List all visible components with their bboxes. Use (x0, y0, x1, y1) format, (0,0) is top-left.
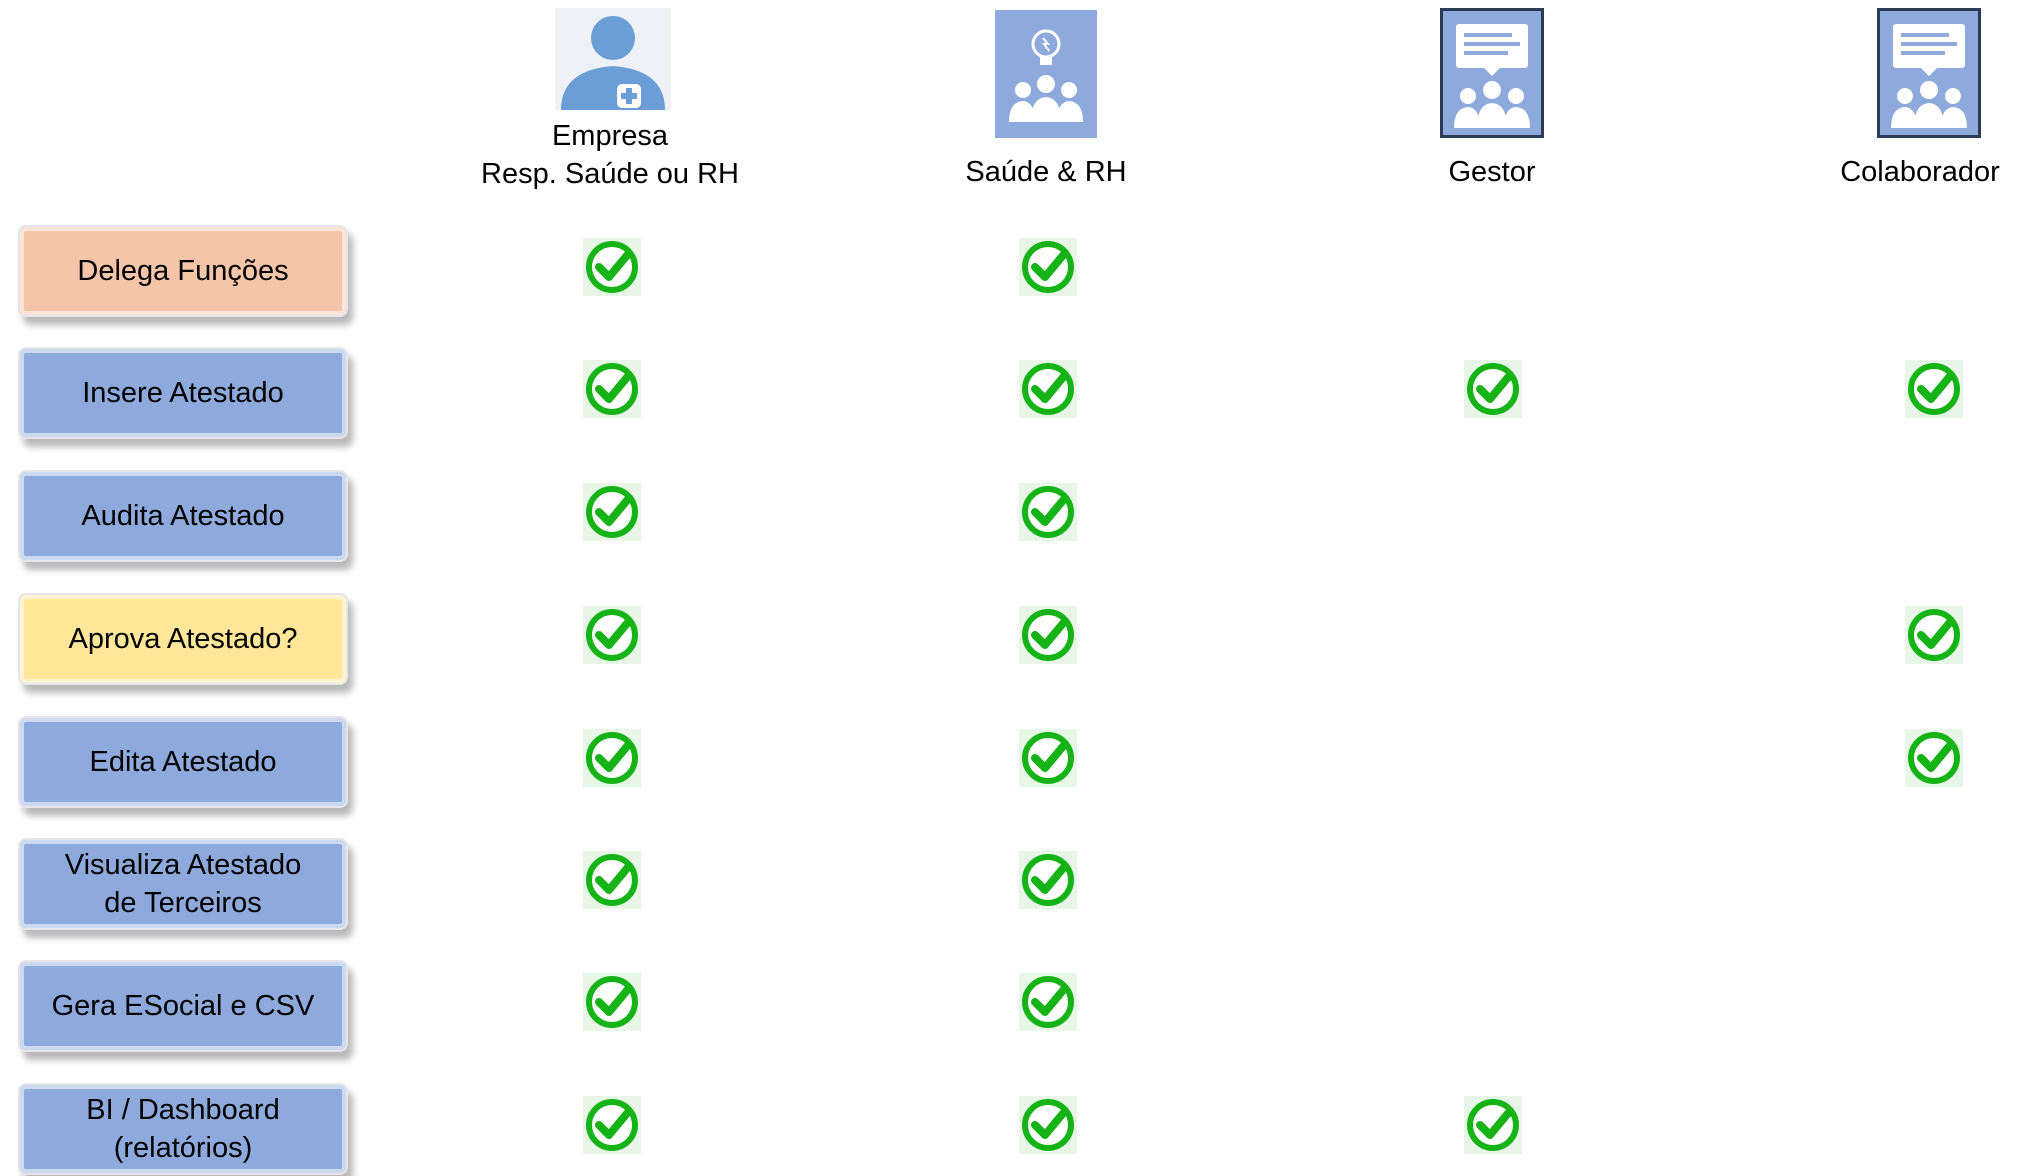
function-label: Visualiza Atestado de Terceiros (65, 846, 301, 922)
check-icon (583, 238, 641, 296)
function-label: Delega Funções (77, 252, 288, 290)
check-icon (583, 851, 641, 909)
function-label: Gera ESocial e CSV (52, 987, 315, 1025)
presentation-team-icon (1440, 8, 1544, 138)
check-icon (583, 1096, 641, 1154)
check-icon (1905, 729, 1963, 787)
check-icon (1464, 360, 1522, 418)
function-box: Audita Atestado (18, 470, 348, 562)
function-label-line: Insere Atestado (82, 377, 284, 409)
check-icon (1019, 606, 1077, 664)
lightbulb-team-icon (995, 10, 1097, 138)
check-icon (1019, 973, 1077, 1031)
function-label-line: Edita Atestado (89, 746, 277, 778)
check-icon (1905, 606, 1963, 664)
function-label-line: (relatórios) (113, 1132, 253, 1164)
function-label-line: Audita Atestado (81, 500, 285, 532)
role-label-line: Resp. Saúde ou RH (481, 158, 739, 190)
check-icon (583, 483, 641, 541)
function-label: Edita Atestado (89, 743, 276, 781)
function-label-line: Delega Funções (77, 255, 289, 287)
function-box: Aprova Atestado? (18, 593, 348, 685)
presentation-team-icon (1877, 8, 1981, 138)
function-box: Visualiza Atestado de Terceiros (18, 838, 348, 930)
function-label-line: de Terceiros (104, 887, 262, 919)
function-label: Aprova Atestado? (69, 620, 298, 658)
function-label: Audita Atestado (81, 497, 284, 535)
role-label-line: Saúde & RH (965, 156, 1127, 188)
function-box: Gera ESocial e CSV (18, 960, 348, 1052)
role-label-line: Gestor (1448, 156, 1536, 188)
check-icon (1019, 483, 1077, 541)
function-box: Insere Atestado (18, 347, 348, 439)
function-label: Insere Atestado (82, 374, 284, 412)
role-label-saude-rh: Saúde & RH (905, 153, 1187, 191)
function-label-line: Aprova Atestado? (68, 623, 298, 655)
function-label: BI / Dashboard (relatórios) (86, 1091, 279, 1167)
function-box: BI / Dashboard (relatórios) (18, 1083, 348, 1175)
function-label-line: BI / Dashboard (86, 1094, 280, 1126)
role-label-empresa: Empresa Resp. Saúde ou RH (450, 117, 770, 193)
check-icon (1019, 360, 1077, 418)
check-icon (1019, 729, 1077, 787)
check-icon (583, 973, 641, 1031)
doctor-user-icon (555, 8, 671, 110)
check-icon (1905, 360, 1963, 418)
role-label-gestor: Gestor (1392, 153, 1592, 191)
check-icon (1019, 1096, 1077, 1154)
role-label-line: Colaborador (1840, 156, 2000, 188)
check-icon (583, 606, 641, 664)
function-box: Delega Funções (18, 225, 348, 317)
check-icon (1019, 238, 1077, 296)
check-icon (1464, 1096, 1522, 1154)
role-label-colaborador: Colaborador (1820, 153, 2020, 191)
function-box: Edita Atestado (18, 716, 348, 808)
function-label-line: Visualiza Atestado (64, 849, 302, 881)
check-icon (583, 729, 641, 787)
check-icon (1019, 851, 1077, 909)
check-icon (583, 360, 641, 418)
function-label-line: Gera ESocial e CSV (51, 990, 315, 1022)
role-label-line: Empresa (551, 120, 669, 152)
